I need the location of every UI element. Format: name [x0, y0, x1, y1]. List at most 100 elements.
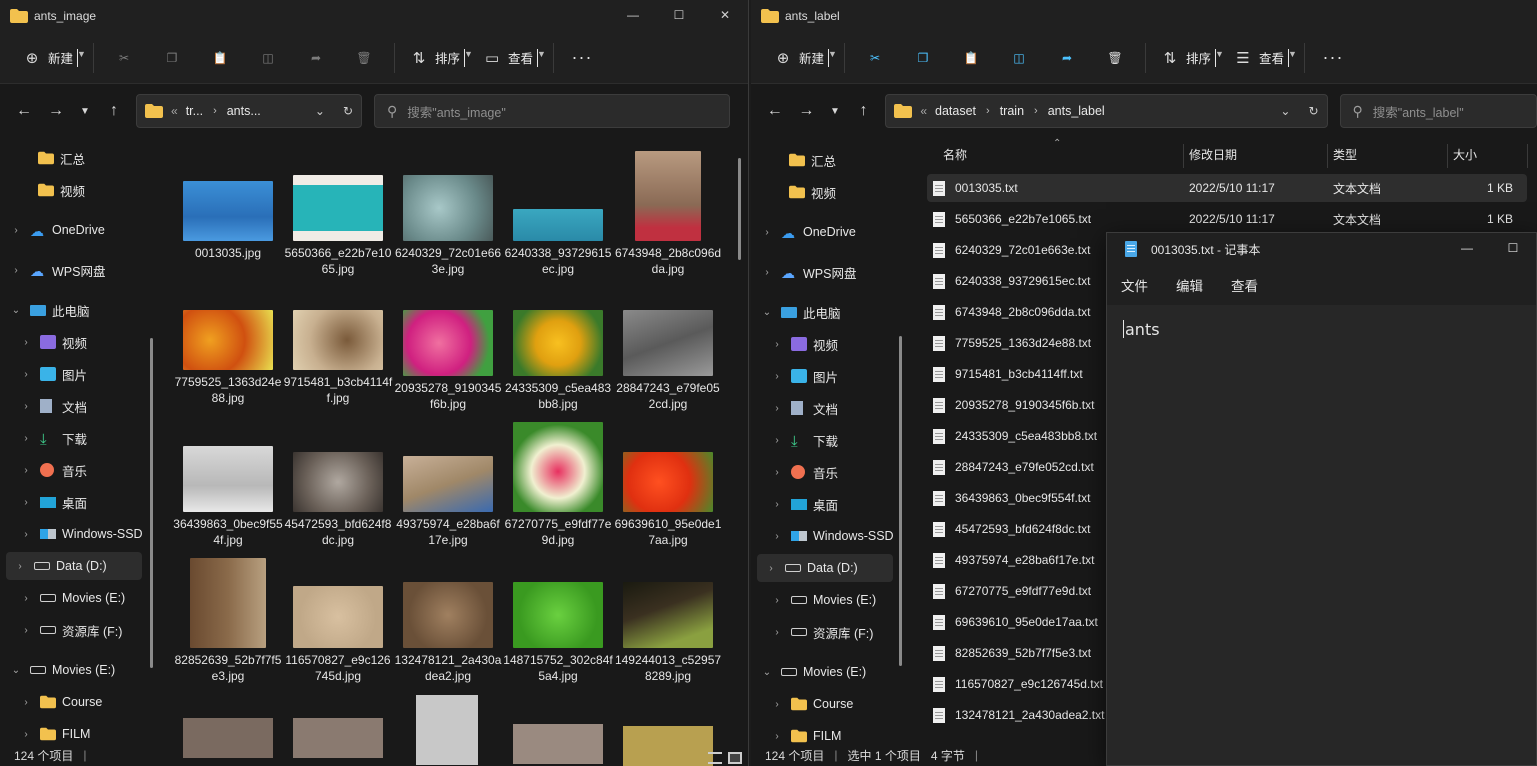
cut-button[interactable]: ✂: [100, 40, 148, 76]
sidebar-item-movies-e[interactable]: › Movies (E:): [18, 584, 166, 612]
thumbnail-item[interactable]: 45472593_bfd624f8dc.jpg: [283, 422, 393, 548]
sidebar-item-wps[interactable]: › ☁ WPS网盘: [8, 256, 156, 284]
thumbnail-item[interactable]: 6240329_72c01e663e.jpg: [393, 151, 503, 277]
sidebar-item-music[interactable]: › 音乐: [769, 458, 917, 486]
chevron-down-icon[interactable]: ⌄: [759, 667, 775, 678]
sidebar-item-data-d[interactable]: › Data (D:): [6, 552, 142, 580]
maximize-button[interactable]: ☐: [656, 0, 702, 30]
refresh-icon[interactable]: ↻: [343, 104, 353, 118]
recent-locations-button[interactable]: ▼: [72, 95, 98, 127]
breadcrumb-item[interactable]: ants...: [227, 104, 261, 118]
search-input[interactable]: ⚲ 搜索"ants_image": [374, 94, 730, 128]
chevron-right-icon[interactable]: ›: [769, 595, 785, 606]
chevron-down-icon[interactable]: ⌄: [8, 665, 24, 676]
thumbnail-item[interactable]: 82852639_52b7f7f5e3.jpg: [173, 558, 283, 684]
recent-locations-button[interactable]: ▼: [822, 95, 848, 127]
sidebar-item-windows-ssd[interactable]: › Windows-SSD: [18, 520, 166, 548]
sidebar-item-windows-ssd[interactable]: › Windows-SSD: [769, 522, 917, 550]
breadcrumb-item[interactable]: train: [1000, 104, 1024, 118]
sidebar-item-pictures[interactable]: › 图片: [769, 362, 917, 390]
sidebar-item-movies-e[interactable]: › Movies (E:): [769, 586, 917, 614]
content-scrollbar[interactable]: [738, 158, 741, 260]
chevron-right-icon[interactable]: ›: [18, 729, 34, 740]
sidebar-item-pictures[interactable]: › 图片: [18, 360, 166, 388]
title-bar[interactable]: ants_label: [751, 0, 1537, 32]
chevron-right-icon[interactable]: ›: [18, 337, 34, 348]
delete-button[interactable]: 🗑: [1091, 40, 1139, 76]
chevron-right-icon[interactable]: ›: [18, 593, 34, 604]
chevron-right-icon[interactable]: ›: [8, 265, 24, 276]
thumbnail-item[interactable]: 20935278_9190345f6b.jpg: [393, 310, 503, 412]
chevron-right-icon[interactable]: ›: [759, 267, 775, 278]
sidebar-item-movies-root[interactable]: ⌄ Movies (E:): [8, 656, 156, 684]
sidebar-item-documents[interactable]: › 文档: [18, 392, 166, 420]
sidebar-item-movies-root[interactable]: ⌄ Movies (E:): [759, 658, 907, 686]
sidebar-item-documents[interactable]: › 文档: [769, 394, 917, 422]
thumbnail-item[interactable]: 69639610_95e0de17aa.jpg: [613, 422, 723, 548]
chevron-down-icon[interactable]: ⌄: [315, 104, 325, 118]
up-button[interactable]: ↑: [848, 95, 880, 127]
chevron-right-icon[interactable]: ›: [769, 371, 785, 382]
sidebar-scrollbar[interactable]: [899, 336, 902, 666]
thumbnail-item[interactable]: 6743948_2b8c096dda.jpg: [613, 151, 723, 277]
thumbnail-item[interactable]: 116570827_e9c126745d.jpg: [283, 558, 393, 684]
menu-view[interactable]: 查看: [1231, 275, 1258, 295]
share-button[interactable]: ➦: [292, 40, 340, 76]
chevron-right-icon[interactable]: ›: [18, 465, 34, 476]
breadcrumb-item[interactable]: tr...: [186, 104, 203, 118]
column-header-modified[interactable]: 修改日期: [1189, 146, 1237, 163]
file-row[interactable]: 0013035.txt 2022/5/10 11:17 文本文档 1 KB: [927, 174, 1527, 202]
paste-button[interactable]: 📋: [947, 40, 995, 76]
rename-button[interactable]: ◫: [995, 40, 1043, 76]
view-button[interactable]: ☰ 查看 ▼: [1225, 40, 1298, 76]
refresh-icon[interactable]: ↻: [1308, 104, 1318, 118]
address-bar[interactable]: « dataset › train › ants_label ⌄ ↻: [885, 94, 1328, 128]
address-bar[interactable]: « tr... › ants... ⌄ ↻: [136, 94, 362, 128]
breadcrumb-item[interactable]: dataset: [935, 104, 976, 118]
view-mode-buttons[interactable]: [708, 752, 742, 764]
sort-button[interactable]: ⇅ 排序 ▼: [401, 40, 474, 76]
chevron-right-icon[interactable]: ›: [769, 499, 785, 510]
thumbnail-item[interactable]: 24335309_c5ea483bb8.jpg: [503, 310, 613, 412]
chevron-right-icon[interactable]: ›: [18, 697, 34, 708]
sidebar-item-this-pc[interactable]: ⌄ 此电脑: [8, 296, 156, 324]
menu-file[interactable]: 文件: [1121, 275, 1148, 295]
sidebar-item-this-pc[interactable]: ⌄ 此电脑: [759, 298, 907, 326]
sidebar-item-wps[interactable]: › ☁ WPS网盘: [759, 258, 907, 286]
chevron-right-icon[interactable]: ›: [769, 467, 785, 478]
thumbnail-item[interactable]: 148715752_302c84f5a4.jpg: [503, 558, 613, 684]
share-button[interactable]: ➦: [1043, 40, 1091, 76]
chevron-right-icon[interactable]: ›: [769, 531, 785, 542]
sidebar-item-desktop[interactable]: › 桌面: [18, 488, 166, 516]
notepad-text-area[interactable]: ants: [1107, 306, 1536, 765]
chevron-right-icon[interactable]: ›: [12, 561, 28, 572]
file-row[interactable]: 5650366_e22b7e1065.txt 2022/5/10 11:17 文本文…: [927, 205, 1527, 233]
thumbnail-item[interactable]: 6240338_93729615ec.jpg: [503, 151, 613, 277]
delete-button[interactable]: 🗑: [340, 40, 388, 76]
forward-button[interactable]: →: [791, 95, 823, 127]
thumbnail-item[interactable]: 28847243_e79fe052cd.jpg: [613, 310, 723, 412]
maximize-button[interactable]: ☐: [1490, 233, 1536, 263]
thumbnail-item[interactable]: 149244013_c529578289.jpg: [613, 558, 723, 684]
sidebar-item-videos[interactable]: › 视频: [18, 328, 166, 356]
back-button[interactable]: ←: [759, 95, 791, 127]
sidebar-scrollbar[interactable]: [150, 338, 153, 668]
thumbnail-item[interactable]: 5650366_e22b7e1065.jpg: [283, 151, 393, 277]
sidebar-item-downloads[interactable]: › ⤓ 下载: [769, 426, 917, 454]
view-button[interactable]: ▭ 查看 ▼: [474, 40, 547, 76]
sidebar-item-library-f[interactable]: › 资源库 (F:): [18, 616, 166, 644]
breadcrumb-item[interactable]: ants_label: [1048, 104, 1105, 118]
chevron-right-icon[interactable]: ›: [18, 625, 34, 636]
thumbnail-item[interactable]: 0013035.jpg: [173, 151, 283, 261]
back-button[interactable]: ←: [8, 95, 40, 127]
new-button[interactable]: ⊕ 新建 ▼: [14, 40, 87, 76]
more-options-button[interactable]: ···: [1311, 47, 1355, 68]
chevron-right-icon[interactable]: ›: [769, 403, 785, 414]
minimize-button[interactable]: —: [1444, 233, 1490, 263]
sidebar-item-onedrive[interactable]: › ☁ OneDrive: [8, 216, 156, 244]
thumbnail-item[interactable]: 49375974_e28ba6f17e.jpg: [393, 422, 503, 548]
forward-button[interactable]: →: [40, 95, 72, 127]
close-button[interactable]: ✕: [702, 0, 748, 30]
paste-button[interactable]: 📋: [196, 40, 244, 76]
chevron-right-icon[interactable]: ›: [769, 731, 785, 742]
